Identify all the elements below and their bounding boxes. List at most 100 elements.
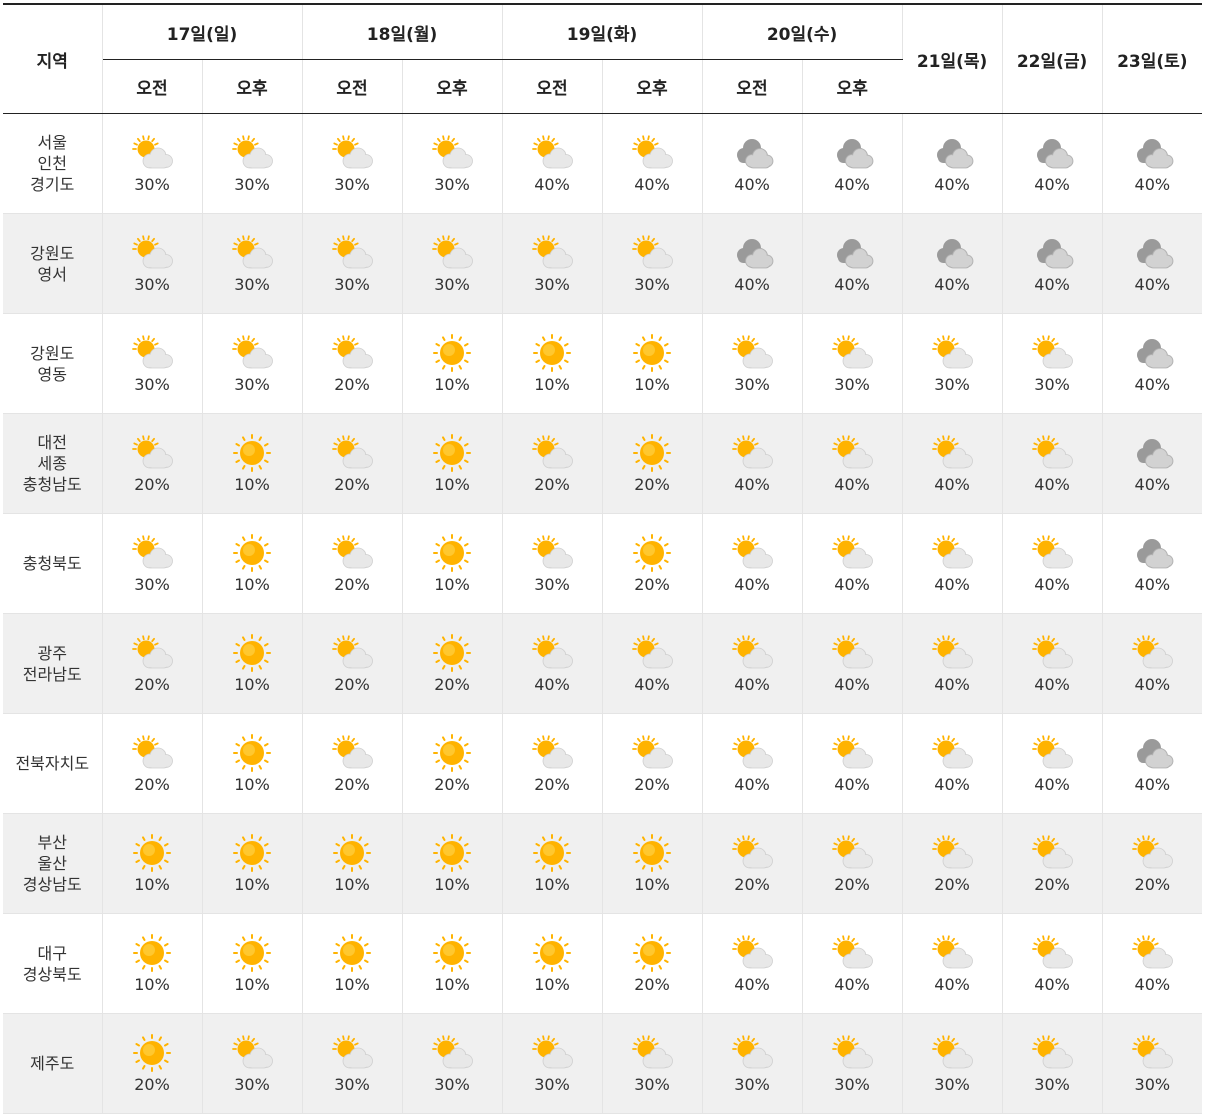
day-header: 19일(화) xyxy=(502,3,703,60)
precip-probability: 40% xyxy=(934,275,970,294)
precip-probability: 10% xyxy=(534,975,570,994)
forecast-cell: 40% xyxy=(702,413,803,514)
forecast-cell: 30% xyxy=(1002,1013,1103,1114)
precip-probability: 10% xyxy=(234,775,270,794)
partly-cloudy-icon xyxy=(328,1033,376,1073)
weekly-forecast-table: 지역 17일(일) 18일(월) 19일(화) 20일(수) 21일(목) 22… xyxy=(3,3,1203,1114)
precip-probability: 20% xyxy=(134,475,170,494)
forecast-cell: 30% xyxy=(202,1013,303,1114)
sunny-icon xyxy=(428,433,476,473)
partly-cloudy-icon xyxy=(1128,833,1176,873)
forecast-cell: 20% xyxy=(302,713,403,814)
table-row: 충청북도 30% 10% 20% 10% 30% 20% 40% 40% 40% 40% 40% xyxy=(3,513,1203,614)
forecast-cell: 30% xyxy=(302,113,403,214)
forecast-cell: 10% xyxy=(302,813,403,914)
precip-probability: 40% xyxy=(934,975,970,994)
partly-cloudy-icon xyxy=(528,433,576,473)
partly-cloudy-icon xyxy=(128,433,176,473)
region-line: 세종 xyxy=(37,454,67,473)
forecast-cell: 10% xyxy=(402,513,503,614)
partly-cloudy-icon xyxy=(728,933,776,973)
precip-probability: 30% xyxy=(534,575,570,594)
precip-probability: 40% xyxy=(734,275,770,294)
precip-probability: 40% xyxy=(1134,775,1171,794)
partly-cloudy-icon xyxy=(728,333,776,373)
precip-probability: 40% xyxy=(734,675,770,694)
forecast-cell: 20% xyxy=(102,1013,203,1114)
partly-cloudy-icon xyxy=(828,533,876,573)
forecast-cell: 40% xyxy=(902,413,1003,514)
precip-probability: 20% xyxy=(134,675,170,694)
partly-cloudy-icon xyxy=(728,733,776,773)
partly-cloudy-icon xyxy=(228,133,276,173)
partly-cloudy-icon xyxy=(728,533,776,573)
forecast-cell: 30% xyxy=(1002,313,1103,414)
precip-probability: 20% xyxy=(334,375,370,394)
forecast-cell: 40% xyxy=(1102,613,1203,714)
region-line: 대구 xyxy=(37,943,67,963)
precip-probability: 20% xyxy=(434,775,470,794)
forecast-cell: 40% xyxy=(602,113,703,214)
sunny-icon xyxy=(228,733,276,773)
am-header: 오전 xyxy=(102,59,203,114)
precip-probability: 30% xyxy=(234,275,270,294)
region-name: 강원도 영서 xyxy=(3,213,103,314)
partly-cloudy-icon xyxy=(1028,533,1076,573)
partly-cloudy-icon xyxy=(928,433,976,473)
precip-probability: 40% xyxy=(734,475,770,494)
forecast-cell: 10% xyxy=(502,913,603,1014)
forecast-cell: 40% xyxy=(1002,613,1103,714)
cloudy-icon xyxy=(1128,233,1176,273)
precip-probability: 30% xyxy=(134,575,170,594)
partly-cloudy-icon xyxy=(428,233,476,273)
region-line: 부산 xyxy=(37,833,67,852)
forecast-cell: 30% xyxy=(302,1013,403,1114)
precip-probability: 20% xyxy=(634,475,670,494)
forecast-cell: 40% xyxy=(1102,713,1203,814)
forecast-cell: 40% xyxy=(902,513,1003,614)
forecast-cell: 10% xyxy=(202,413,303,514)
partly-cloudy-icon xyxy=(1028,933,1076,973)
precip-probability: 10% xyxy=(534,375,570,394)
am-header: 오전 xyxy=(302,59,403,114)
forecast-cell: 40% xyxy=(902,613,1003,714)
precip-probability: 20% xyxy=(634,575,670,594)
precip-probability: 40% xyxy=(934,175,970,194)
region-line: 경상북도 xyxy=(22,964,82,984)
precip-probability: 20% xyxy=(1134,875,1171,894)
forecast-cell: 10% xyxy=(102,813,203,914)
partly-cloudy-icon xyxy=(1028,1033,1076,1073)
precip-probability: 30% xyxy=(1034,375,1070,394)
region-name: 대전 세종 충청남도 xyxy=(3,413,103,514)
precip-probability: 20% xyxy=(434,675,470,694)
partly-cloudy-icon xyxy=(1028,433,1076,473)
partly-cloudy-icon xyxy=(228,233,276,273)
table-row: 전북자치도 20% 10% 20% 20% 20% 20% 40% 40% 40% 40% 40% xyxy=(3,713,1203,814)
precip-probability: 10% xyxy=(434,375,470,394)
partly-cloudy-icon xyxy=(128,733,176,773)
partly-cloudy-icon xyxy=(828,833,876,873)
forecast-cell: 30% xyxy=(102,113,203,214)
forecast-cell: 20% xyxy=(502,413,603,514)
sunny-icon xyxy=(228,633,276,673)
partly-cloudy-icon xyxy=(328,133,376,173)
precip-probability: 40% xyxy=(1034,575,1070,594)
forecast-cell: 40% xyxy=(1102,313,1203,414)
precip-probability: 40% xyxy=(1134,275,1171,294)
forecast-cell: 30% xyxy=(502,1013,603,1114)
precip-probability: 30% xyxy=(834,375,870,394)
precip-probability: 30% xyxy=(434,175,470,194)
region-name: 제주도 xyxy=(3,1013,103,1114)
partly-cloudy-icon xyxy=(1028,733,1076,773)
partly-cloudy-icon xyxy=(628,133,676,173)
precip-probability: 40% xyxy=(834,575,870,594)
partly-cloudy-icon xyxy=(928,533,976,573)
precip-probability: 10% xyxy=(234,475,270,494)
forecast-cell: 40% xyxy=(902,213,1003,314)
sunny-icon xyxy=(328,833,376,873)
partly-cloudy-icon xyxy=(1128,1033,1176,1073)
precip-probability: 40% xyxy=(1134,675,1171,694)
partly-cloudy-icon xyxy=(928,333,976,373)
sunny-icon xyxy=(628,433,676,473)
partly-cloudy-icon xyxy=(128,633,176,673)
